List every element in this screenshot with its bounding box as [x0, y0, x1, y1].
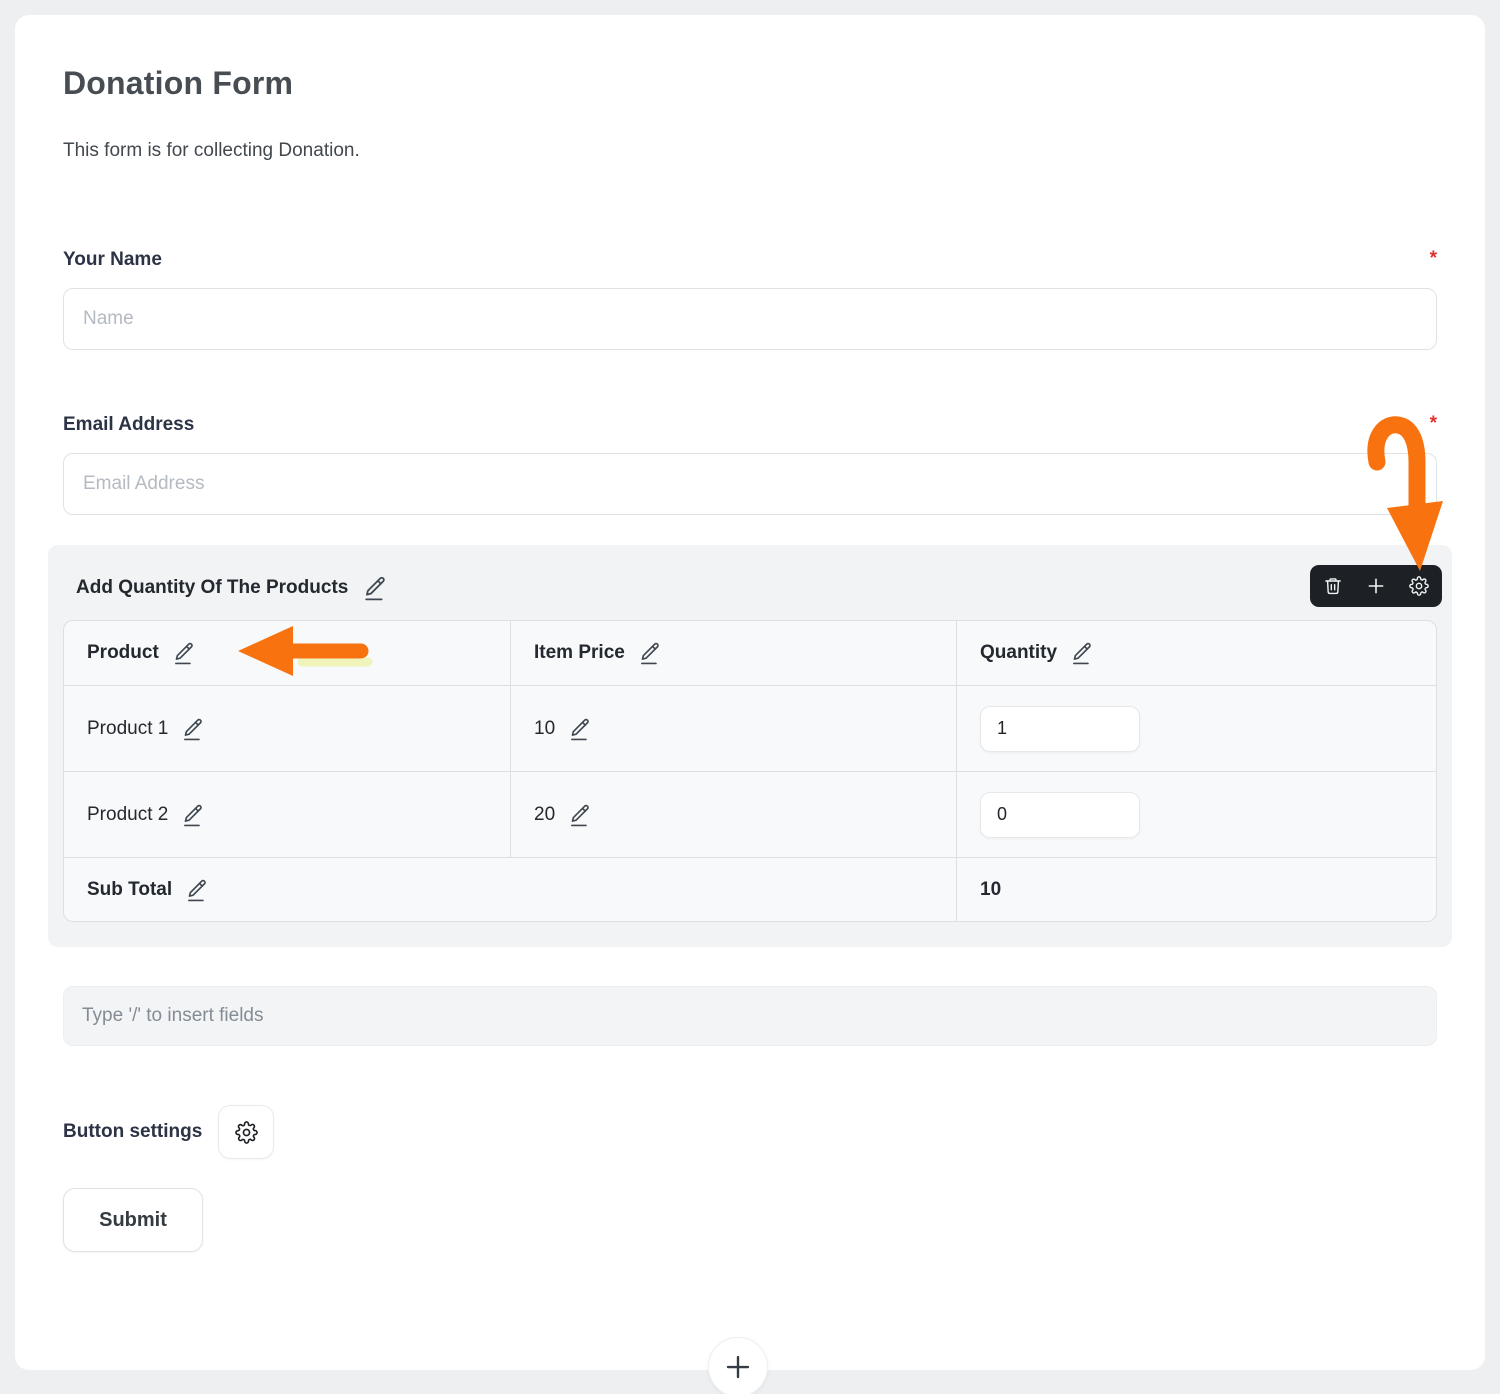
page-title: Donation Form	[63, 65, 1437, 102]
email-required-asterisk: *	[1430, 414, 1437, 433]
subtotal-row-label-cell: Sub Total	[64, 857, 956, 921]
product-1-label: Product 1	[87, 718, 168, 740]
product-section-title: Add Quantity Of The Products	[76, 577, 348, 599]
section-toolbar	[1310, 565, 1442, 607]
plus-icon	[723, 1352, 753, 1382]
add-block-button[interactable]	[708, 1337, 768, 1394]
edit-price-header-icon[interactable]	[638, 641, 660, 665]
submit-button[interactable]: Submit	[63, 1188, 203, 1252]
product-2-quantity-input[interactable]	[980, 792, 1140, 838]
table-row-product-2-quantity	[956, 771, 1436, 857]
email-field-group: Email Address *	[63, 414, 1437, 515]
edit-quantity-header-icon[interactable]	[1070, 641, 1092, 665]
button-settings-row: Button settings	[63, 1105, 1437, 1159]
form-card: Donation Form This form is for collectin…	[15, 15, 1485, 1370]
name-field-group: Your Name *	[63, 249, 1437, 350]
table-row-product-2-price: 20	[510, 771, 956, 857]
price-header-label: Item Price	[534, 642, 625, 664]
name-input[interactable]	[63, 288, 1437, 350]
product-quantity-section: Add Quantity Of The Products Product Ite…	[48, 545, 1452, 947]
email-input[interactable]	[63, 453, 1437, 515]
product-header-label: Product	[87, 642, 159, 664]
product-2-label: Product 2	[87, 804, 168, 826]
insert-fields-placeholder: Type '/' to insert fields	[82, 1005, 264, 1027]
edit-product-header-icon[interactable]	[172, 641, 194, 665]
product-1-price: 10	[534, 718, 555, 740]
products-table: Product Item Price Quantity Product 1	[63, 620, 1437, 922]
edit-product-1-price-icon[interactable]	[568, 717, 590, 741]
page: Donation Form This form is for collectin…	[0, 0, 1500, 1394]
trash-icon[interactable]	[1323, 576, 1343, 596]
subtotal-label: Sub Total	[87, 879, 172, 901]
subtotal-value: 10	[980, 879, 1001, 901]
name-required-asterisk: *	[1430, 249, 1437, 268]
insert-fields-input[interactable]: Type '/' to insert fields	[63, 986, 1437, 1046]
edit-product-2-icon[interactable]	[181, 803, 203, 827]
edit-subtotal-icon[interactable]	[185, 878, 207, 902]
email-field-label: Email Address	[63, 414, 194, 436]
name-field-label: Your Name	[63, 249, 162, 271]
button-settings-gear-button[interactable]	[218, 1105, 274, 1159]
product-1-quantity-input[interactable]	[980, 706, 1140, 752]
table-row-product-1-name: Product 1	[64, 685, 510, 771]
button-settings-label: Button settings	[63, 1121, 202, 1143]
table-row-product-2-name: Product 2	[64, 771, 510, 857]
plus-icon[interactable]	[1366, 576, 1386, 596]
quantity-header-label: Quantity	[980, 642, 1057, 664]
quantity-column-header: Quantity	[956, 621, 1436, 685]
gear-icon	[235, 1121, 258, 1144]
table-row-product-1-quantity	[956, 685, 1436, 771]
edit-product-1-icon[interactable]	[181, 717, 203, 741]
gear-icon[interactable]	[1409, 576, 1429, 596]
subtotal-row-value-cell: 10	[956, 857, 1436, 921]
product-column-header: Product	[64, 621, 510, 685]
edit-product-2-price-icon[interactable]	[568, 803, 590, 827]
price-column-header: Item Price	[510, 621, 956, 685]
table-row-product-1-price: 10	[510, 685, 956, 771]
page-description: This form is for collecting Donation.	[63, 140, 1437, 162]
product-2-price: 20	[534, 804, 555, 826]
edit-section-title-icon[interactable]	[362, 575, 386, 601]
